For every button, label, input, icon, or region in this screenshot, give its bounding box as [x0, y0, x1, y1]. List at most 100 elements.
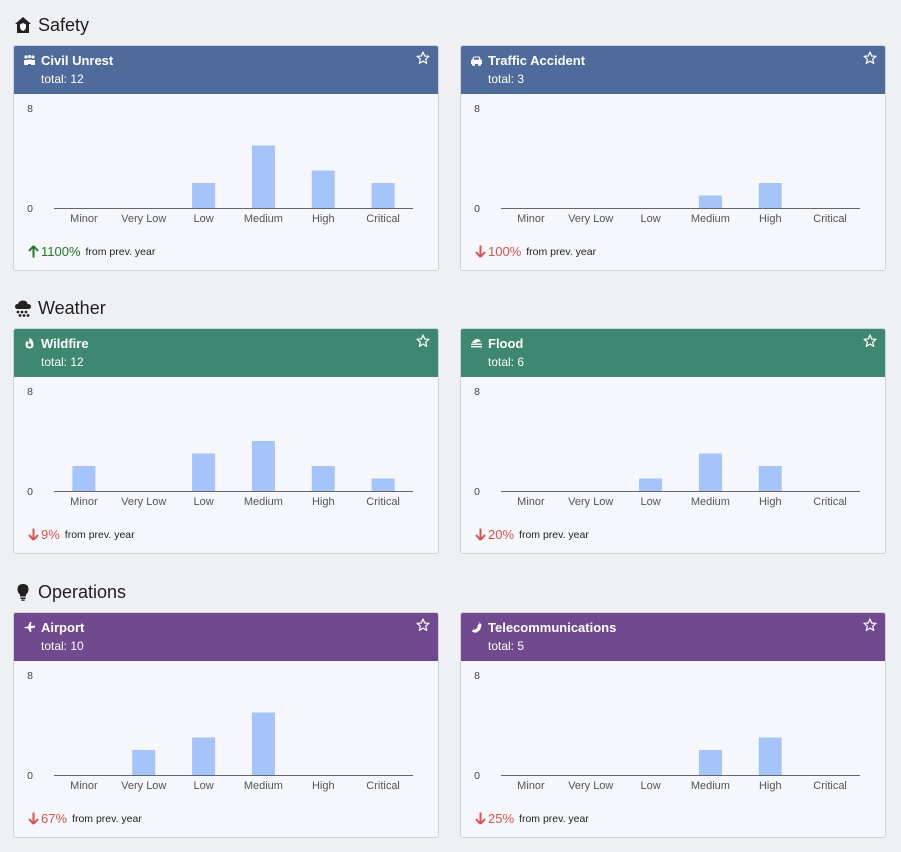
y-tick-label: 8	[474, 103, 480, 115]
section-title: Safety	[38, 14, 90, 35]
change-percent: 9%	[41, 527, 60, 542]
x-tick-label: Very Low	[121, 496, 166, 508]
bar-chart: 8 0 Minor Very Low Low Medium High Critical	[27, 386, 413, 508]
card-title: Telecommunications	[488, 620, 617, 635]
cloud-rain-icon	[14, 299, 32, 317]
house-shield-icon	[14, 16, 32, 34]
change-percent: 100%	[488, 244, 522, 259]
risk-card: Traffic Accident total: 3 8 0 Minor Very Low L…	[460, 45, 886, 271]
x-tick-label: High	[759, 213, 782, 225]
y-tick-label: 0	[474, 770, 480, 782]
bar	[758, 183, 782, 208]
bar	[132, 750, 156, 775]
change-note: from prev. year	[85, 245, 156, 258]
bar-chart: 8 0 Minor Very Low Low Medium High Critical	[474, 670, 860, 792]
yoy-change: 25% from prev. year	[475, 811, 589, 826]
bar	[639, 478, 663, 491]
y-tick-label: 8	[27, 386, 33, 398]
change-note: from prev. year	[519, 812, 589, 825]
x-tick-label: Minor	[70, 780, 98, 792]
y-tick-label: 0	[27, 770, 33, 782]
x-tick-label: Minor	[517, 496, 545, 508]
x-tick-label: Low	[193, 213, 213, 225]
x-tick-label: Low	[193, 496, 213, 508]
y-tick-label: 8	[474, 386, 480, 398]
favorite-star-icon[interactable]	[863, 618, 877, 632]
arrow-up-icon	[28, 245, 39, 258]
water-icon	[470, 336, 483, 348]
bar	[698, 453, 722, 491]
y-tick-label: 8	[474, 670, 480, 682]
change-note: from prev. year	[519, 528, 589, 541]
section-title: Weather	[38, 297, 106, 318]
y-tick-label: 0	[474, 486, 480, 498]
x-tick-label: Very Low	[121, 780, 166, 792]
x-tick-label: Low	[640, 780, 660, 792]
x-tick-label: Critical	[813, 780, 847, 792]
fire-icon	[23, 336, 36, 349]
change-note: from prev. year	[526, 245, 597, 258]
favorite-star-icon[interactable]	[416, 334, 430, 348]
change-note: from prev. year	[64, 528, 135, 541]
arrow-down-icon	[475, 812, 486, 825]
card-title: Airport	[41, 620, 85, 635]
risk-card: Civil Unrest total: 12 8 0 Minor Very Low Low M…	[13, 45, 439, 271]
bar	[371, 478, 395, 491]
change-note: from prev. year	[72, 812, 142, 825]
arrow-down-icon	[28, 528, 39, 541]
card-title: Flood	[488, 336, 524, 351]
risk-card: Wildfire total: 12 8 0 Minor Very Low Low Mediu…	[13, 328, 439, 554]
card-header: Telecommunications total: 5	[461, 613, 885, 661]
bar	[192, 453, 216, 491]
card-title: Wildfire	[41, 336, 89, 351]
section-header: Weather	[14, 296, 106, 320]
section-header: Safety	[14, 13, 89, 37]
section-title: Operations	[38, 581, 127, 602]
yoy-change: 67% from prev. year	[28, 811, 142, 826]
yoy-change: 9% from prev. year	[28, 527, 135, 542]
x-tick-label: High	[759, 496, 782, 508]
card-header: Wildfire total: 12	[14, 329, 438, 377]
card-total: total: 6	[488, 355, 525, 369]
x-tick-label: Critical	[366, 496, 400, 508]
x-tick-label: High	[312, 780, 335, 792]
x-tick-label: Medium	[691, 213, 730, 225]
card-total: total: 3	[488, 72, 525, 86]
y-tick-label: 0	[474, 203, 480, 215]
crowd-icon	[23, 53, 36, 65]
favorite-star-icon[interactable]	[416, 618, 430, 632]
card-header: Airport total: 10	[14, 613, 438, 661]
x-tick-label: Low	[193, 780, 213, 792]
x-tick-label: Minor	[517, 213, 545, 225]
section-header: Operations	[14, 580, 126, 604]
x-tick-label: Low	[640, 496, 660, 508]
bar-chart: 8 0 Minor Very Low Low Medium High Critical	[474, 386, 860, 508]
lightbulb-icon	[14, 583, 32, 601]
favorite-star-icon[interactable]	[863, 334, 877, 348]
x-tick-label: Medium	[244, 496, 283, 508]
bar	[758, 737, 782, 775]
card-total: total: 10	[41, 639, 84, 653]
favorite-star-icon[interactable]	[416, 51, 430, 65]
bar	[311, 170, 335, 208]
bar	[251, 441, 275, 491]
change-percent: 1100%	[41, 244, 81, 259]
x-tick-label: Low	[640, 213, 660, 225]
arrow-down-icon	[475, 245, 486, 258]
bar	[192, 183, 216, 208]
phone-icon	[470, 620, 483, 633]
risk-card: Flood total: 6 8 0 Minor Very Low Low Medium Hig…	[460, 328, 886, 554]
bar	[192, 737, 216, 775]
favorite-star-icon[interactable]	[863, 51, 877, 65]
risk-card: Airport total: 10 8 0 Minor Very Low Low Medium…	[13, 612, 439, 838]
x-tick-label: Minor	[517, 780, 545, 792]
x-tick-label: Minor	[70, 213, 98, 225]
card-total: total: 5	[488, 639, 525, 653]
x-tick-label: Minor	[70, 496, 98, 508]
x-tick-label: Medium	[691, 780, 730, 792]
y-tick-label: 0	[27, 486, 33, 498]
x-tick-label: Very Low	[121, 213, 166, 225]
x-tick-label: High	[312, 213, 335, 225]
arrow-down-icon	[475, 528, 486, 541]
y-tick-label: 8	[27, 103, 33, 115]
